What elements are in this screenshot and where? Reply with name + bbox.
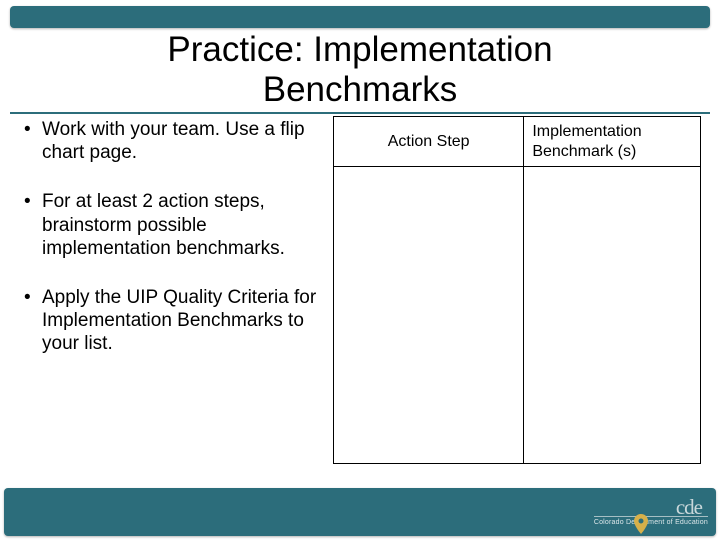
table-body-row (334, 167, 700, 463)
bullet-list: Work with your team. Use a flip chart pa… (20, 118, 320, 381)
bullet-item: For at least 2 action steps, brainstorm … (20, 190, 320, 260)
footer-logo-text: cde (676, 498, 702, 517)
title-underline (10, 112, 710, 114)
top-accent-bar (10, 6, 710, 28)
bullet-text: Apply the UIP Quality Criteria for Imple… (42, 287, 316, 354)
table-header-benchmark: Implementation Benchmark (s) (524, 117, 700, 166)
table-cell-action-step (334, 167, 524, 463)
footer-logo-block: cde Colorado Department of Education (594, 498, 708, 527)
title-line-1: Practice: Implementation (167, 30, 552, 69)
table-header-row: Action Step Implementation Benchmark (s) (334, 117, 700, 167)
bullet-text: Work with your team. Use a flip chart pa… (42, 119, 305, 163)
table-cell-benchmark (524, 167, 700, 463)
table-header-action-step: Action Step (334, 117, 524, 166)
bullet-item: Apply the UIP Quality Criteria for Imple… (20, 286, 320, 356)
bullet-item: Work with your team. Use a flip chart pa… (20, 118, 320, 164)
slide-title: Practice: Implementation Benchmarks (0, 30, 720, 111)
footer-bar: cde Colorado Department of Education (4, 488, 716, 536)
bullet-text: For at least 2 action steps, brainstorm … (42, 191, 285, 258)
title-line-2: Benchmarks (263, 70, 458, 109)
benchmark-table: Action Step Implementation Benchmark (s) (333, 116, 701, 464)
